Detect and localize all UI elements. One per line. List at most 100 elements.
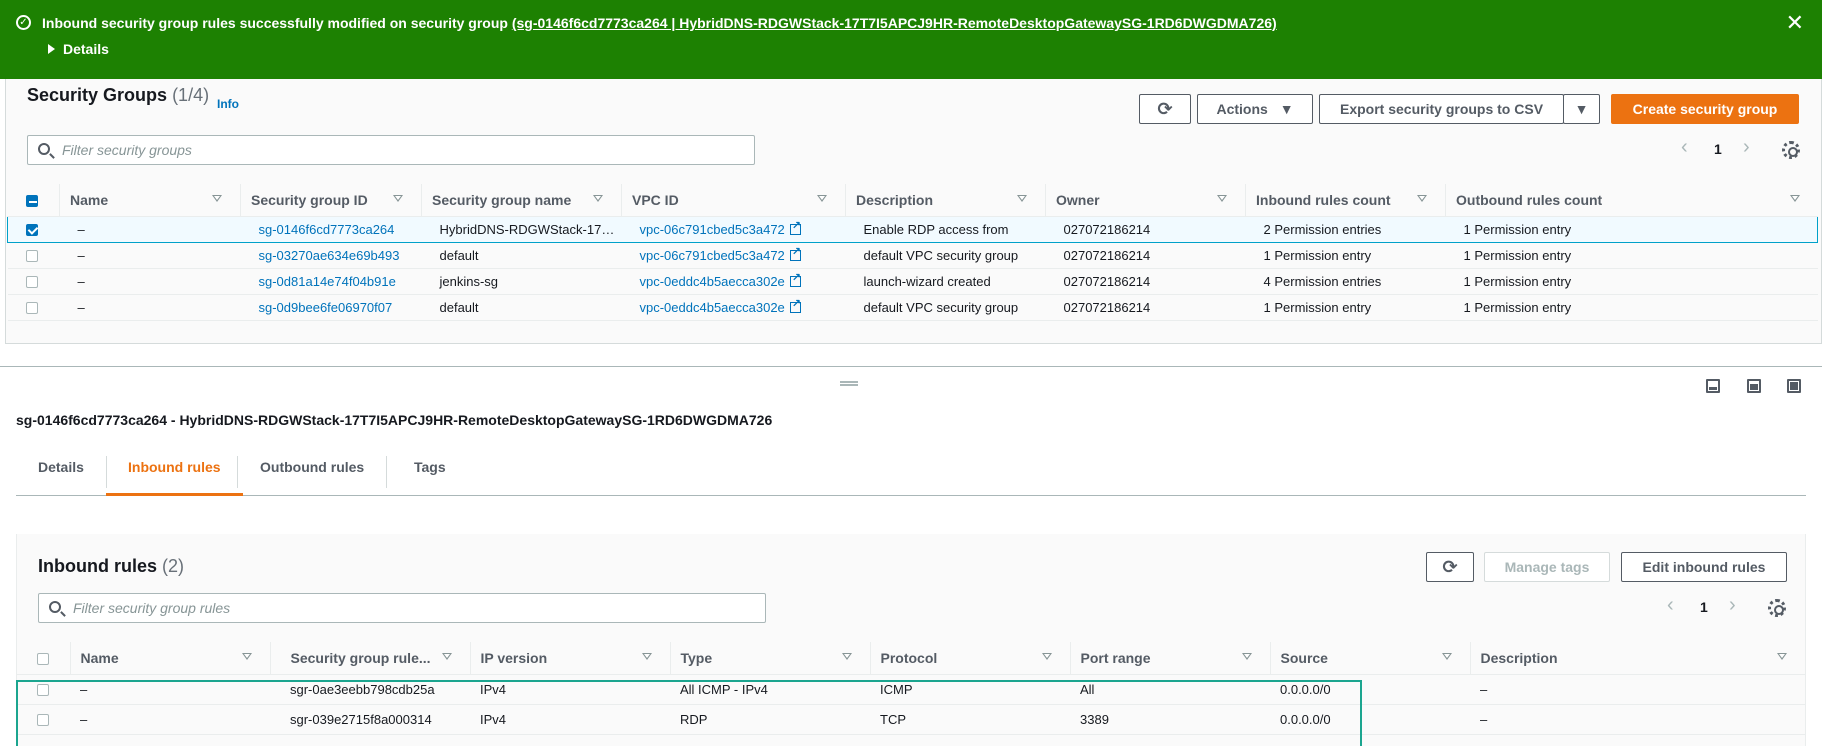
caret-right-icon xyxy=(48,44,55,54)
vpc-id-link[interactable]: vpc-0eddc4b5aecca302e xyxy=(640,300,785,315)
sort-icon xyxy=(593,195,603,202)
external-link-icon[interactable] xyxy=(789,297,801,313)
external-link-icon[interactable] xyxy=(789,271,801,287)
chevron-right-icon[interactable]: › xyxy=(1729,594,1736,617)
split-full-view-icon[interactable] xyxy=(1787,379,1801,393)
vpc-id-link[interactable]: vpc-06c791cbed5c3a472 xyxy=(640,222,785,237)
column-header[interactable]: Type xyxy=(670,642,871,675)
security-group-id-link[interactable]: sg-03270ae634e69b493 xyxy=(259,248,400,263)
sort-icon xyxy=(1017,195,1027,202)
chevron-right-icon[interactable]: › xyxy=(1743,136,1750,159)
caret-down-icon: ▼ xyxy=(1574,101,1589,117)
table-row[interactable]: – sg-03270ae634e69b493 default vpc-06c79… xyxy=(7,242,1818,269)
table-row[interactable]: – sgr-0ae3eebb798cdb25a IPv4 All ICMP - … xyxy=(17,674,1805,705)
column-header[interactable]: Description xyxy=(1470,642,1805,675)
external-link-icon[interactable] xyxy=(789,245,801,261)
column-header[interactable]: Security group ID xyxy=(240,184,422,217)
external-link-icon[interactable] xyxy=(789,219,801,235)
select-all-checkbox[interactable] xyxy=(37,653,49,666)
split-bottom-view-icon[interactable] xyxy=(1706,379,1720,393)
column-header[interactable]: Security group rule... xyxy=(270,642,471,675)
row-checkbox[interactable] xyxy=(37,714,49,727)
resize-handle-icon[interactable] xyxy=(840,381,858,386)
search-input[interactable] xyxy=(62,136,748,164)
column-header[interactable]: Outbound rules count xyxy=(1445,184,1818,217)
column-header[interactable]: Owner xyxy=(1045,184,1246,217)
refresh-button[interactable]: ⟳ xyxy=(1426,552,1474,582)
select-all-header[interactable] xyxy=(7,184,60,217)
row-checkbox[interactable] xyxy=(25,302,38,315)
flash-security-group-link[interactable]: (sg-0146f6cd7773ca264 | HybridDNS-RDGWSt… xyxy=(512,15,1277,31)
column-header-label: Description xyxy=(1480,649,1558,666)
filter-security-group-rules-search[interactable] xyxy=(38,593,766,623)
sort-icon xyxy=(393,195,403,202)
chevron-left-icon[interactable]: ‹ xyxy=(1681,136,1688,159)
split-half-view-icon[interactable] xyxy=(1747,379,1761,393)
cell-description: default VPC security group xyxy=(845,242,1046,269)
table-row[interactable]: – sg-0d81a14e74f04b91e jenkins-sg vpc-0e… xyxy=(7,268,1818,295)
tab-details[interactable]: Details xyxy=(16,456,107,488)
row-checkbox[interactable] xyxy=(25,276,38,289)
table-row[interactable]: – sg-0d9bee6fe06970f07 default vpc-0eddc… xyxy=(7,294,1818,321)
search-icon xyxy=(49,601,61,613)
column-header[interactable]: Name xyxy=(70,642,271,675)
cell-type: All ICMP - IPv4 xyxy=(670,674,870,705)
table-row[interactable]: – sgr-039e2715f8a000314 IPv4 RDP TCP 338… xyxy=(17,704,1805,735)
filter-security-groups-search[interactable] xyxy=(27,135,755,165)
search-input[interactable] xyxy=(73,594,759,622)
gear-icon[interactable] xyxy=(1782,141,1800,159)
split-panel-divider[interactable] xyxy=(0,366,1822,367)
row-checkbox[interactable] xyxy=(37,684,49,697)
page-number[interactable]: 1 xyxy=(1714,141,1722,157)
close-icon[interactable]: ✕ xyxy=(1786,10,1804,36)
cell-description: launch-wizard created xyxy=(845,268,1046,295)
column-header[interactable]: Inbound rules count xyxy=(1245,184,1446,217)
create-security-group-button[interactable]: Create security group xyxy=(1611,94,1799,124)
cell-rule-id: sgr-039e2715f8a000314 xyxy=(270,704,470,735)
column-header[interactable]: Security group name xyxy=(421,184,622,217)
column-header[interactable]: Description xyxy=(845,184,1046,217)
select-all-header[interactable] xyxy=(17,642,71,675)
page-number[interactable]: 1 xyxy=(1700,599,1708,615)
chevron-left-icon[interactable]: ‹ xyxy=(1667,594,1674,617)
export-dropdown-button[interactable]: ▼ xyxy=(1563,94,1600,124)
tab-outbound-rules[interactable]: Outbound rules xyxy=(237,456,388,488)
security-group-id-link[interactable]: sg-0d9bee6fe06970f07 xyxy=(259,300,393,315)
cell-description: Enable RDP access from xyxy=(845,215,1046,243)
column-header[interactable]: VPC ID xyxy=(621,184,846,217)
security-groups-title: Security Groups (1/4) xyxy=(27,85,209,106)
gear-icon[interactable] xyxy=(1768,599,1786,617)
cell-port-range: 3389 xyxy=(1070,704,1270,735)
flash-details-toggle[interactable]: Details xyxy=(48,41,109,57)
cell-name: – xyxy=(59,294,241,321)
pagination: ‹ 1 › xyxy=(1681,136,1761,161)
select-all-checkbox[interactable] xyxy=(25,195,38,208)
export-csv-button[interactable]: Export security groups to CSV xyxy=(1319,94,1564,124)
column-header[interactable]: Protocol xyxy=(870,642,1071,675)
cell-protocol: TCP xyxy=(870,704,1070,735)
cell-source: 0.0.0.0/0 xyxy=(1270,674,1470,705)
table-header-row: Name Security group rule... IP version T… xyxy=(17,642,1805,675)
edit-inbound-rules-button[interactable]: Edit inbound rules xyxy=(1621,552,1787,582)
vpc-id-link[interactable]: vpc-06c791cbed5c3a472 xyxy=(640,248,785,263)
tab-tags[interactable]: Tags xyxy=(392,448,468,496)
refresh-button[interactable]: ⟳ xyxy=(1139,94,1191,124)
info-link[interactable]: Info xyxy=(217,97,239,111)
row-checkbox[interactable] xyxy=(26,224,38,237)
inbound-rules-panel: Inbound rules (2) ⟳ Manage tags Edit inb… xyxy=(16,534,1806,746)
actions-button[interactable]: Actions ▼ xyxy=(1197,94,1313,124)
row-checkbox[interactable] xyxy=(25,250,38,263)
tab-inbound-rules[interactable]: Inbound rules xyxy=(106,448,243,496)
column-header[interactable]: IP version xyxy=(470,642,671,675)
manage-tags-button[interactable]: Manage tags xyxy=(1484,552,1610,582)
table-row[interactable]: – sg-0146f6cd7773ca264 HybridDNS-RDGWSta… xyxy=(7,215,1818,243)
security-group-id-link[interactable]: sg-0d81a14e74f04b91e xyxy=(259,274,396,289)
security-group-id-link[interactable]: sg-0146f6cd7773ca264 xyxy=(259,222,395,237)
cell-name: – xyxy=(70,674,270,705)
column-header[interactable]: Port range xyxy=(1070,642,1271,675)
vpc-id-link[interactable]: vpc-0eddc4b5aecca302e xyxy=(640,274,785,289)
inbound-rules-count: (2) xyxy=(162,556,185,576)
actions-label: Actions xyxy=(1216,101,1268,117)
column-header[interactable]: Name xyxy=(59,184,241,217)
column-header[interactable]: Source xyxy=(1270,642,1471,675)
